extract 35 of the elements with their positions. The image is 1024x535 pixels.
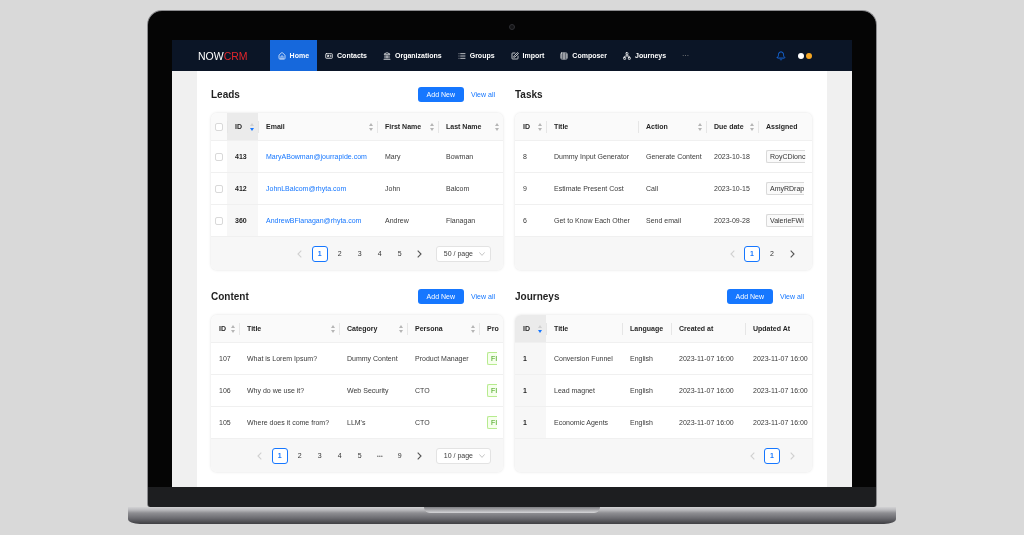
sort-icon[interactable]: [331, 324, 335, 333]
chevron-right-icon[interactable]: [417, 249, 423, 258]
section-title: Leads: [211, 89, 241, 100]
checkbox[interactable]: [215, 152, 223, 161]
checkbox[interactable]: [215, 184, 223, 193]
pen-square-icon: [510, 51, 519, 60]
id-card-icon: [325, 51, 334, 60]
camera-icon: [509, 24, 515, 30]
sort-icon[interactable]: [430, 122, 434, 131]
table-icon: [560, 51, 569, 60]
sort-icon[interactable]: [698, 122, 702, 131]
section-title: Content: [211, 291, 250, 302]
section-title: Tasks: [515, 89, 544, 100]
chevron-right-icon[interactable]: [789, 249, 795, 258]
network-icon: [623, 51, 631, 60]
home-icon: [277, 51, 286, 60]
sort-icon[interactable]: [495, 122, 499, 131]
sort-icon[interactable]: [471, 324, 475, 333]
sort-icon[interactable]: [399, 324, 403, 333]
section-title: Journeys: [515, 291, 561, 302]
sort-icon[interactable]: [369, 122, 373, 131]
chevron-right-icon[interactable]: [417, 451, 423, 460]
landmark-icon: [383, 51, 391, 60]
bell-icon[interactable]: [776, 50, 786, 61]
chevron-down-icon: [479, 251, 485, 256]
sort-icon[interactable]: [538, 122, 542, 131]
chevron-down-icon: [479, 453, 485, 458]
dot-icon[interactable]: [798, 52, 804, 59]
sort-icon[interactable]: [750, 122, 754, 131]
logo: NOWCRM: [198, 49, 248, 62]
checkbox[interactable]: [215, 122, 223, 131]
dot-icon[interactable]: [806, 52, 812, 59]
sort-icon[interactable]: [231, 324, 235, 333]
list-icon: [457, 51, 466, 60]
checkbox[interactable]: [215, 216, 223, 225]
